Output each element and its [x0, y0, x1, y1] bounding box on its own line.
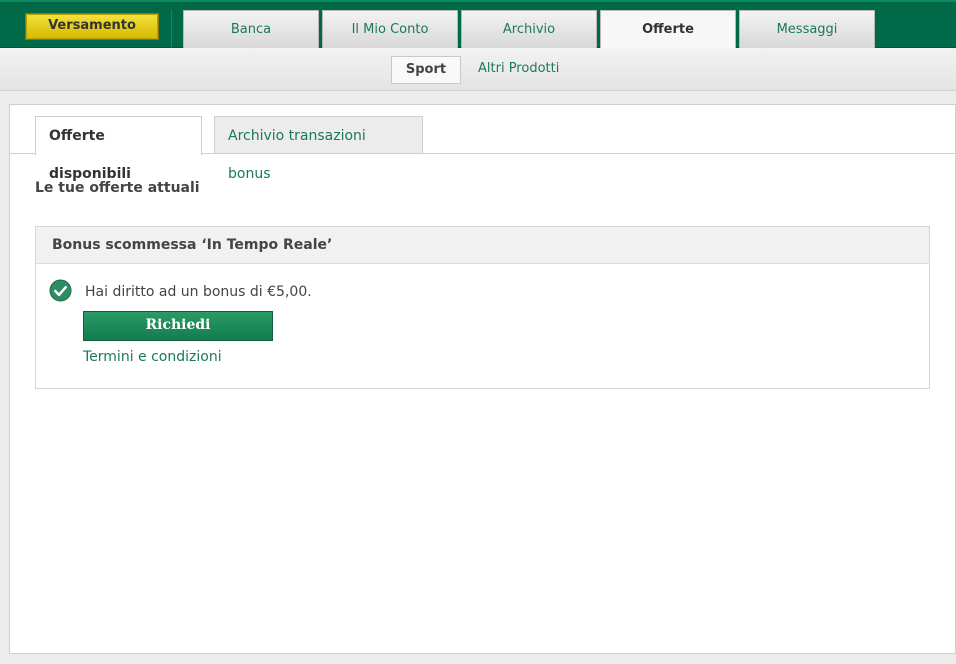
check-circle-icon [49, 279, 72, 302]
top-navigation-bar: Versamento Banca Il Mio Conto Archivio O… [0, 0, 956, 49]
offers-panel: Offerte disponibili Archivio transazioni… [9, 104, 956, 654]
tab-messaggi[interactable]: Messaggi [739, 10, 875, 48]
offer-message: Hai diritto ad un bonus di €5,00. [85, 284, 312, 300]
tab-banca[interactable]: Banca [183, 10, 319, 48]
claim-bonus-button[interactable]: Richiedi [83, 311, 273, 341]
tab-offerte[interactable]: Offerte [600, 10, 736, 49]
top-accent-rule [0, 0, 956, 2]
offer-title: Bonus scommessa ‘In Tempo Reale’ [36, 227, 929, 264]
tab-offerte-disponibili[interactable]: Offerte disponibili [35, 116, 202, 182]
main-tab-strip: Banca Il Mio Conto Archivio Offerte Mess… [183, 10, 878, 49]
deposit-button[interactable]: Versamento [25, 13, 159, 40]
topbar-divider [171, 10, 172, 48]
tab-archivio-transazioni-bonus[interactable]: Archivio transazioni bonus [214, 116, 423, 182]
tab-archivio[interactable]: Archivio [461, 10, 597, 48]
sub-navigation: Sport Altri Prodotti [0, 48, 956, 91]
subnav-sport[interactable]: Sport [391, 56, 461, 84]
offer-card: Bonus scommessa ‘In Tempo Reale’ Hai dir… [35, 226, 930, 389]
subnav-altri-prodotti[interactable]: Altri Prodotti [478, 56, 559, 84]
terms-link[interactable]: Termini e condizioni [83, 349, 222, 365]
tab-il-mio-conto[interactable]: Il Mio Conto [322, 10, 458, 48]
